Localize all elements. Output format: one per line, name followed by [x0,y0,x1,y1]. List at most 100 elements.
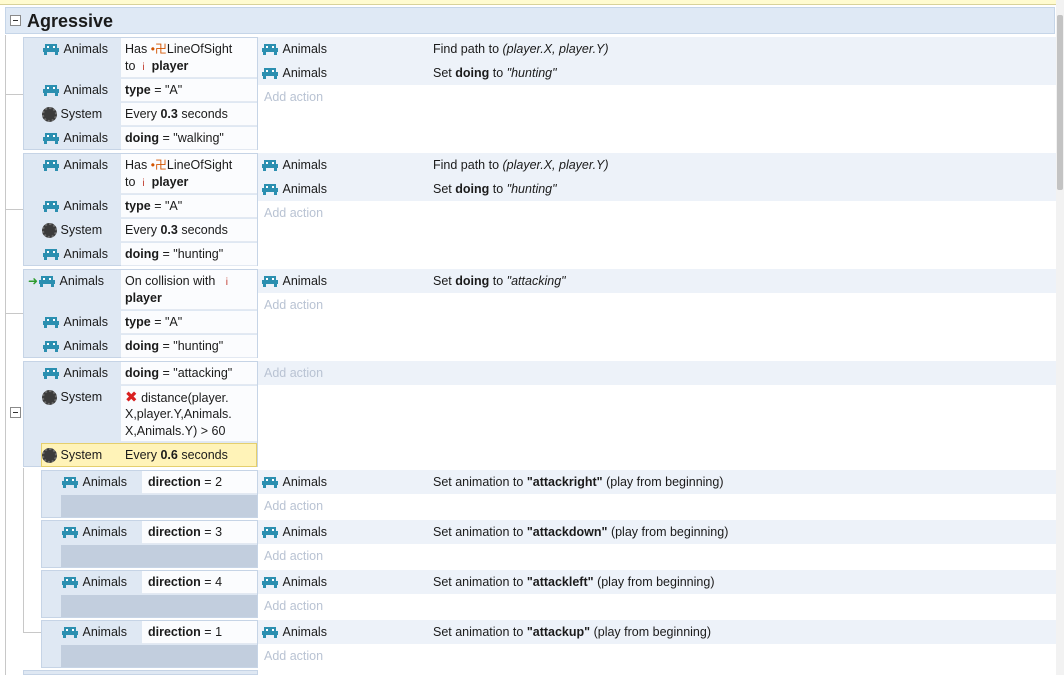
object-name: Animals [282,274,327,288]
condition-text: doing = "attacking" [125,366,233,380]
object-name: Animals [59,274,105,288]
event-3-actions-band [258,269,1056,293]
group-collapse-toggle[interactable] [10,15,21,26]
line-of-sight-icon: •卍 [150,158,167,172]
condition-object[interactable]: Animals [42,310,108,334]
add-action-link[interactable]: Add action [264,649,323,663]
green-arrow-icon: ➜ [28,274,39,288]
space-invader-icon [42,158,60,172]
space-invader-icon [42,131,60,145]
condition-object[interactable]: Animals [42,194,108,218]
condition-text: type = "A" [125,83,183,97]
condition-text: type = "A" [125,199,183,213]
object-name: Animals [63,315,108,329]
condition-text: Every 0.3 seconds [125,107,228,121]
condition-object[interactable]: Animals [42,126,108,150]
condition-object[interactable]: System [42,385,102,409]
condition-object[interactable]: System [42,443,102,467]
action-text[interactable]: Set doing to "attacking" [433,273,566,290]
add-action-link[interactable]: Add action [264,298,323,312]
action-text[interactable]: Find path to (player.X, player.Y) [433,157,609,174]
condition-text: direction = 4 [148,575,223,589]
condition-object[interactable]: Animals [42,361,108,385]
action-object[interactable]: Animals [261,570,327,594]
action-text[interactable]: Set doing to "hunting" [433,181,557,198]
condition-text: X,player.Y,Animals. [125,407,232,421]
action-text[interactable]: Set animation to "attackup" (play from b… [433,624,711,641]
condition-object[interactable]: Animals [61,620,127,644]
condition-object[interactable]: Animals [61,570,127,594]
condition-object[interactable]: Animals [61,520,127,544]
event-group-header[interactable] [5,7,1055,34]
action-object[interactable]: Animals [261,37,327,61]
action-object[interactable]: Animals [261,470,327,494]
action-text[interactable]: Set doing to "hunting" [433,65,557,82]
action-object[interactable]: Animals [261,269,327,293]
action-object[interactable]: Animals [261,61,327,85]
condition-object[interactable]: Animals [42,242,108,266]
next-event-peek [23,670,258,675]
space-invader-icon [261,182,279,196]
condition-object[interactable]: System [42,218,102,242]
condition-object[interactable]: System [42,102,102,126]
group-tree-line [5,35,6,675]
object-name: Animals [63,131,108,145]
tree-branch [23,632,41,633]
condition-object[interactable]: Animals [61,470,127,494]
event-collapse-toggle[interactable] [10,407,21,418]
action-text[interactable]: Set animation to "attackdown" (play from… [433,524,728,541]
action-text[interactable]: Set animation to "attackright" (play fro… [433,474,724,491]
add-action-link[interactable]: Add action [264,366,323,380]
object-name: Animals [282,158,327,172]
subevent-filler [61,595,257,617]
add-action-link[interactable]: Add action [264,90,323,104]
tree-branch [5,313,23,314]
object-name: Animals [63,366,108,380]
space-invader-icon [261,625,279,639]
condition-text: X,Animals.Y) > 60 [125,424,226,438]
condition-text: ✖ distance(player. [125,389,229,406]
space-invader-icon [42,83,60,97]
object-name: Animals [82,525,127,539]
event-1-actions-band [258,37,1056,85]
add-action-link[interactable]: Add action [264,206,323,220]
scrollbar-thumb[interactable] [1057,15,1063,190]
condition-text: doing = "walking" [125,131,224,145]
object-name: Animals [282,182,327,196]
object-name: Animals [63,42,108,56]
subevent-filler [61,545,257,567]
condition-text: to i player [125,175,189,189]
add-action-link[interactable]: Add action [264,549,323,563]
space-invader-icon [61,475,79,489]
action-object[interactable]: Animals [261,177,327,201]
space-invader-icon [42,42,60,56]
add-action-link[interactable]: Add action [264,599,323,613]
add-action-link[interactable]: Add action [264,499,323,513]
condition-text: Every 0.6 seconds [125,448,228,462]
action-object[interactable]: Animals [261,153,327,177]
condition-object[interactable]: Animals [42,37,108,61]
condition-text: type = "A" [125,315,183,329]
condition-object[interactable]: ➜ Animals [28,269,104,293]
condition-object[interactable]: Animals [42,78,108,102]
gear-icon [42,222,57,238]
condition-object[interactable]: Animals [42,153,108,177]
space-invader-icon [42,199,60,213]
space-invader-icon [261,66,279,80]
condition-object[interactable]: Animals [42,334,108,358]
action-text[interactable]: Set animation to "attackleft" (play from… [433,574,714,591]
action-object[interactable]: Animals [261,620,327,644]
space-invader-icon [261,575,279,589]
space-invader-icon [261,525,279,539]
action-text[interactable]: Find path to (player.X, player.Y) [433,41,609,58]
tree-branch [5,94,23,95]
action-object[interactable]: Animals [261,520,327,544]
object-name: Animals [63,158,108,172]
object-name: Animals [282,475,327,489]
space-invader-icon [42,315,60,329]
object-name: Animals [82,475,127,489]
condition-text: Has •卍LineOfSight [125,42,233,56]
red-x-icon: ✖ [125,389,138,406]
subevent-filler [61,645,257,667]
space-invader-icon [61,525,79,539]
